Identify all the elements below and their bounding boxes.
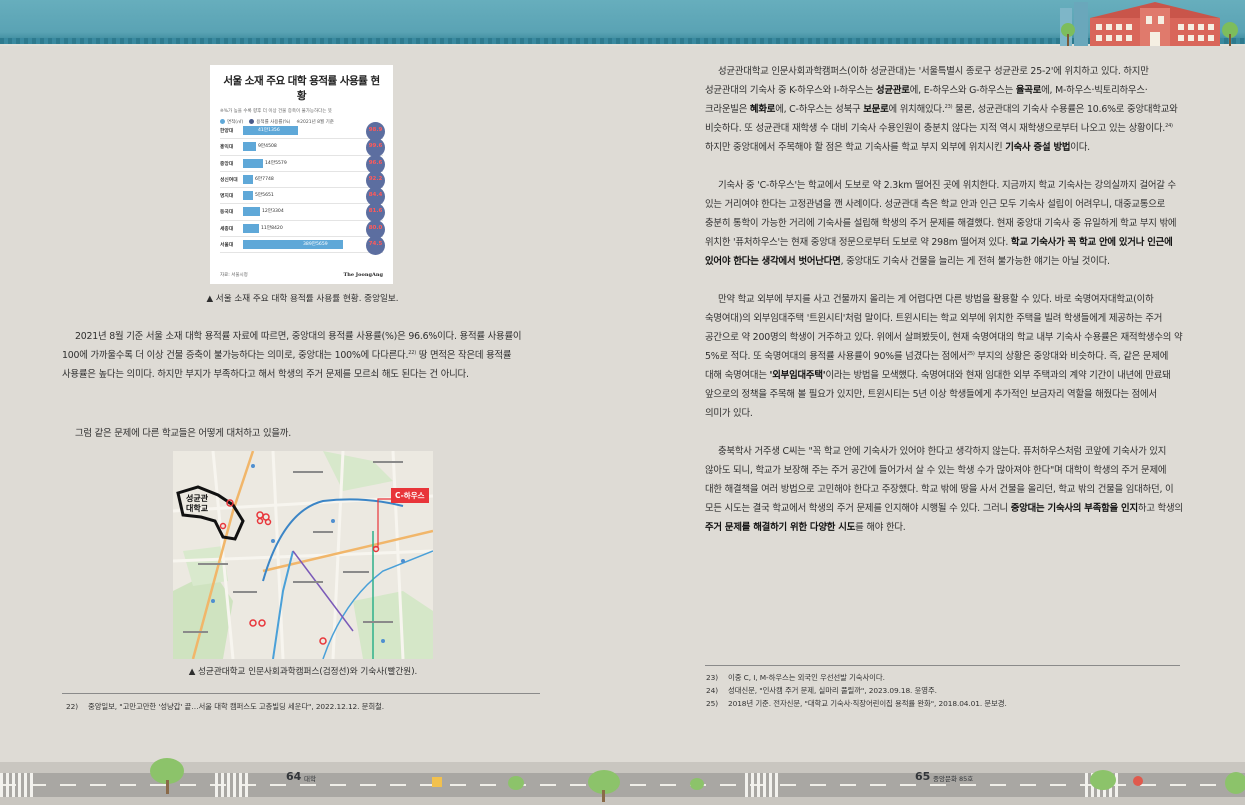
rate-value: 96.6 [368, 159, 383, 166]
infographic-row: 한양대 41만1356 98.9 [220, 122, 385, 141]
right-footnotes: 23) 이중 C, I, M-하우스는 외국인 우선선발 기숙사이다. 24) 성대신… [706, 671, 1181, 710]
row-university-name: 명지대 [220, 194, 234, 200]
map-caption: ▲ 성균관대학교 인문사회과학캠퍼스(검정선)와 기숙사(빨간원). [188, 667, 418, 677]
right-paragraph-2: 기숙사 중 'C-하우스'는 학교에서 도보로 약 2.3km 떨어진 곳에 위… [705, 180, 1177, 267]
rate-value: 81.6 [368, 208, 383, 215]
right-paragraph-3: 만약 학교 외부에 부지를 사고 건물까지 올리는 게 어렵다면 다른 방법을 … [705, 294, 1183, 419]
bush-icon [690, 778, 704, 790]
skku-label: 성균관 대학교 [186, 494, 209, 513]
infographic-row: 중앙대 14만5579 96.6 [220, 154, 385, 174]
page-number-right: 65 [915, 770, 931, 783]
stop-sign-icon [1133, 776, 1143, 786]
infographic-title: 서울 소재 주요 대학 용적률 사용률 현황 [223, 75, 380, 102]
c-house-tag: C-하우스 [391, 488, 429, 503]
area-value: 12만3304 [262, 209, 284, 215]
campus-map: 성균관 대학교 C-하우스 [173, 451, 433, 659]
footnote-22: 22) 중앙일보, "고만고만한 '성냥갑' 끝…서울 대학 캠퍼스도 고층빌딩 … [66, 702, 384, 711]
crosswalk-mid-left [215, 773, 249, 797]
tree-icon [1225, 772, 1245, 794]
infographic-row: 서울대 389만5659 74.5 [220, 236, 385, 256]
footnote-item: 24) 성대신문, "인사캠 주거 문제, 실마리 풀릴까", 2023.09.1… [706, 686, 937, 695]
area-bar [243, 191, 253, 201]
infographic-rows: 한양대 41만1356 98.9 홍익대 9만4508 99.6 중앙대 14만5579 96.… [220, 122, 385, 256]
infographic-source: 자료: 서울시청 [220, 273, 248, 278]
area-value: 5만5651 [255, 193, 274, 199]
joongang-logo: The JoongAng [343, 272, 383, 278]
road-lane-dashes [0, 784, 1245, 786]
infographic-row: 홍익대 9만4508 99.6 [220, 138, 385, 158]
row-university-name: 서울대 [220, 243, 234, 249]
page-number-left: 64 [286, 770, 302, 783]
rate-value: 92.2 [368, 175, 383, 182]
infographic-footer: 자료: 서울시청 The JoongAng [220, 272, 383, 278]
infographic-caption: ▲ 서울 소재 주요 대학 용적률 사용률 현황. 중앙일보. [206, 294, 399, 304]
infographic-row: 세종대 11만8420 80.0 [220, 219, 385, 239]
crosswalk-mid-right [745, 773, 779, 797]
row-university-name: 성신여대 [220, 177, 238, 183]
issue-tag-right: 중앙문화 85호 [933, 775, 974, 783]
rate-value: 84.4 [368, 192, 383, 199]
row-university-name: 한양대 [220, 129, 234, 134]
right-paragraph-4: 충북학사 거주생 C씨는 "꼭 학교 안에 기숙사가 있어야 한다고 생각하지 … [705, 446, 1183, 533]
area-bar [243, 240, 343, 250]
footnote-item: 25) 2018년 기준. 전자신문, "대학교 기숙사·직장어린이집 용적률 완… [706, 699, 1007, 708]
school-building-illustration [1060, 2, 1238, 46]
rate-value: 98.9 [368, 127, 383, 133]
area-bar [243, 142, 256, 152]
rate-circle: 74.5 [366, 236, 385, 256]
row-university-name: 홍익대 [220, 145, 234, 151]
infographic-row: 성신여대 6만7748 92.2 [220, 170, 385, 190]
rate-value: 80.0 [368, 224, 383, 231]
infographic-card: 서울 소재 주요 대학 용적률 사용률 현황 ※%가 높을 수록 향후 더 이상… [210, 65, 393, 284]
rate-value: 74.5 [368, 241, 383, 248]
map-graphic [173, 451, 433, 659]
bush-icon [508, 776, 524, 790]
area-value: 9만4508 [258, 144, 277, 150]
infographic-row: 명지대 5만5651 84.4 [220, 187, 385, 207]
crosswalk-left [0, 773, 34, 797]
infographic-subtitle: ※%가 높을 수록 향후 더 이상 건물 증축이 불가능하다는 뜻 [220, 109, 332, 114]
footnote-divider-left [62, 693, 540, 694]
left-paragraph-2: 그럼 같은 문제에 다른 학교들은 어떻게 대처하고 있을까. [75, 428, 292, 439]
area-bar [243, 174, 253, 184]
right-column: 성균관대학교 인문사회과학캠퍼스(이하 성균관대)는 '서울특별시 종로구 성균… [705, 62, 1183, 537]
area-bar [243, 158, 263, 168]
row-university-name: 동국대 [220, 210, 234, 216]
tree-trunk [166, 780, 169, 794]
area-bar [243, 223, 259, 233]
rate-value: 99.6 [368, 143, 383, 150]
area-value: 14만5579 [265, 160, 287, 166]
area-value: 389만5659 [303, 242, 328, 248]
infographic-row: 동국대 12만3304 81.6 [220, 203, 385, 223]
section-tag-left: 대학 [304, 775, 316, 783]
footnote-item: 23) 이중 C, I, M-하우스는 외국인 우선선발 기숙사이다. [706, 673, 885, 682]
area-value: 11만8420 [261, 225, 283, 231]
area-value: 41만1356 [258, 128, 280, 133]
footnote-divider-right [705, 665, 1180, 666]
traffic-cone-icon [432, 777, 442, 787]
row-university-name: 중앙대 [220, 161, 234, 167]
area-value: 6만7748 [255, 176, 274, 182]
row-university-name: 세종대 [220, 226, 234, 232]
tree-trunk [602, 790, 605, 802]
tree-icon [1090, 770, 1116, 790]
area-bar [243, 207, 260, 217]
right-paragraph-1: 성균관대학교 인문사회과학캠퍼스(이하 성균관대)는 '서울특별시 종로구 성균… [705, 66, 1178, 153]
left-paragraph-1: 2021년 8월 기준 서울 소재 대학 용적률 자료에 따르면, 중앙대의 용… [62, 331, 522, 380]
